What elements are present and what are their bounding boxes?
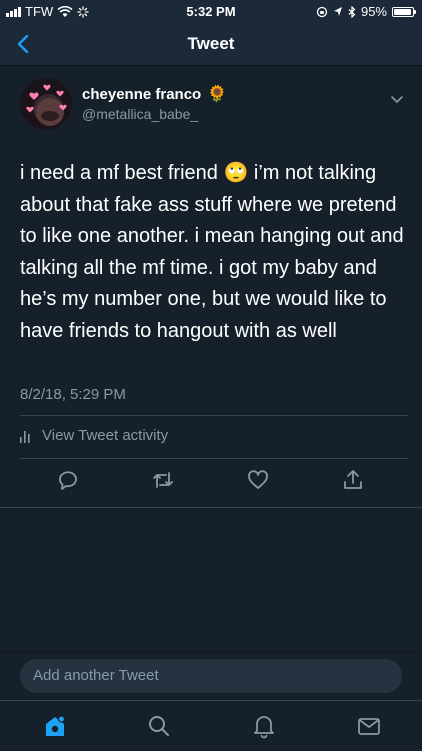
divider: [20, 415, 408, 416]
share-icon: [344, 470, 362, 489]
tab-bar: [0, 700, 422, 751]
battery-level: [394, 8, 412, 15]
search-icon: [149, 716, 169, 736]
tab-notifications[interactable]: [251, 713, 277, 739]
navigation-bar: Tweet: [0, 24, 422, 66]
battery-percent: 95%: [360, 4, 387, 19]
author-name: cheyenne franco: [82, 86, 202, 103]
status-bar: TFW 5:32 PM 95%: [0, 0, 422, 24]
tab-home[interactable]: [42, 713, 68, 739]
chevron-down-icon: [391, 96, 403, 104]
avatar-image: [26, 84, 67, 126]
author-handle[interactable]: @metallica_babe_: [82, 106, 198, 122]
view-tweet-activity-label: View Tweet activity: [42, 427, 169, 444]
tweet-timestamp: 8/2/18, 5:29 PM: [20, 386, 126, 403]
author-name-row[interactable]: cheyenne franco 🌻: [82, 86, 227, 103]
reply-icon: [59, 471, 77, 490]
sunflower-emoji: 🌻: [207, 85, 228, 103]
tab-search[interactable]: [146, 713, 172, 739]
avatar[interactable]: [20, 78, 72, 130]
rotation-lock-icon: [316, 6, 328, 17]
tab-messages[interactable]: [356, 713, 382, 739]
analytics-icon: [20, 430, 30, 443]
like-button[interactable]: [246, 468, 270, 492]
like-icon: [248, 470, 268, 489]
status-right: 95%: [316, 4, 416, 19]
location-icon: [333, 6, 342, 16]
messages-icon: [358, 718, 380, 735]
add-another-tweet-input[interactable]: Add another Tweet: [20, 659, 402, 693]
retweet-icon: [153, 472, 173, 488]
page-title: Tweet: [187, 34, 235, 53]
notifications-icon: [254, 716, 274, 739]
tweet-actions: [0, 468, 422, 498]
retweet-button[interactable]: [151, 468, 175, 492]
divider: [20, 458, 408, 459]
share-button[interactable]: [341, 468, 365, 492]
more-options-button[interactable]: [390, 92, 404, 104]
compose-bar: Add another Tweet: [0, 651, 422, 700]
reply-button[interactable]: [56, 468, 80, 492]
home-icon: [46, 715, 66, 736]
bluetooth-icon: [348, 5, 356, 18]
view-tweet-activity-link[interactable]: View Tweet activity: [20, 427, 168, 444]
tweet-text: i need a mf best friend 🙄 i’m not talkin…: [20, 162, 410, 342]
divider: [0, 507, 422, 508]
battery-icon: [392, 6, 416, 17]
